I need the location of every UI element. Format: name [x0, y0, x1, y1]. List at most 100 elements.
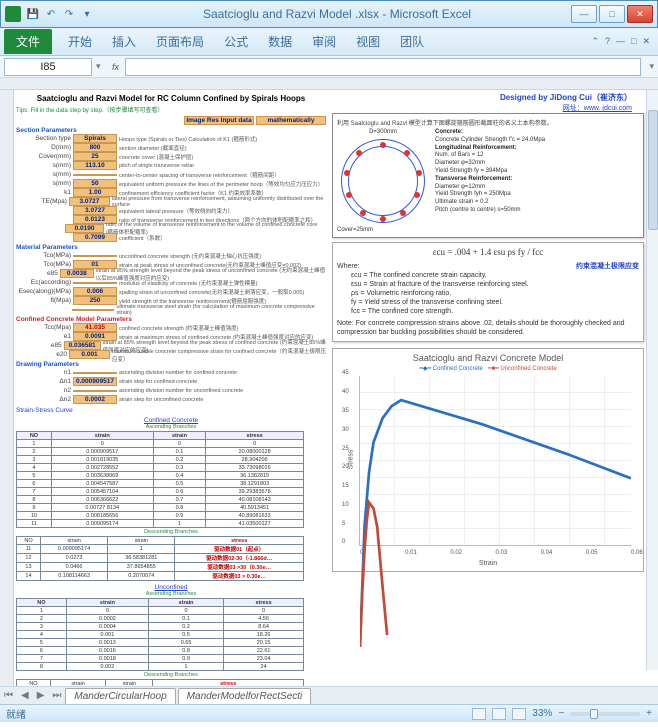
- param-cell[interactable]: [73, 255, 117, 257]
- sheet-tab-2[interactable]: ManderModelforRectSecti: [178, 688, 312, 704]
- quick-access-toolbar: 💾 ↶ ↷ ▾: [25, 6, 95, 22]
- formula-bar: ▾ fx ▾: [0, 56, 658, 78]
- tab-review[interactable]: 审阅: [302, 29, 346, 54]
- view-pagebreak-icon[interactable]: [512, 708, 526, 720]
- vertical-scrollbar[interactable]: [646, 90, 658, 670]
- param-cell[interactable]: 0.036581: [64, 341, 101, 350]
- param-cell[interactable]: 0.006: [73, 287, 117, 296]
- param-cell[interactable]: 3.0727: [73, 206, 117, 215]
- ribbon-minimize-icon[interactable]: ⌃: [591, 36, 599, 47]
- param-cell[interactable]: 250: [73, 296, 117, 305]
- tab-layout[interactable]: 页面布局: [146, 29, 214, 54]
- param-cell[interactable]: 25: [73, 152, 117, 161]
- tab-nav-prev-icon[interactable]: ◀: [17, 690, 33, 701]
- redo-icon[interactable]: ↷: [61, 6, 77, 22]
- param-cell[interactable]: 1.00: [73, 188, 117, 197]
- tab-home[interactable]: 开始: [58, 29, 102, 54]
- confined-table-title: Confined Concrete: [16, 417, 326, 424]
- confined-descending-table: NOstrainstrainstress110.0090951741驱动数据01…: [16, 536, 304, 581]
- chart-svg: [360, 376, 631, 647]
- section-circle-icon: [341, 139, 425, 223]
- param-cell[interactable]: 113.10: [73, 161, 117, 170]
- button-math[interactable]: mathematically: [256, 116, 326, 125]
- tab-team[interactable]: 团队: [390, 29, 434, 54]
- zoom-thumb[interactable]: [590, 709, 598, 719]
- document-title: Saatcioglu and Razvi Model for RC Column…: [16, 94, 326, 103]
- param-cell[interactable]: [73, 282, 117, 284]
- save-icon[interactable]: 💾: [25, 6, 41, 22]
- param-cell[interactable]: [72, 309, 115, 311]
- descending-label: Descending Branches: [16, 529, 326, 535]
- name-box[interactable]: [4, 58, 92, 76]
- section-diagram-card: 利用 Saatcioglu and Razvi 模型计算下图螺旋箍筋圆形截面柱的…: [332, 113, 644, 238]
- mdi-restore-icon[interactable]: □: [631, 36, 636, 47]
- tab-nav-last-icon[interactable]: ⏭: [48, 690, 65, 701]
- param-cell[interactable]: 800: [73, 143, 117, 152]
- param-cell[interactable]: [73, 390, 117, 392]
- scrollbar-thumb[interactable]: [648, 110, 658, 230]
- material-parameters-header: Material Parameters: [16, 244, 326, 251]
- sheet-tab-1[interactable]: ManderCircularHoop: [65, 688, 175, 704]
- ascending-label: Ascending Branches: [16, 424, 326, 430]
- tab-nav-next-icon[interactable]: ▶: [33, 690, 49, 701]
- tab-view[interactable]: 视图: [346, 29, 390, 54]
- tab-formulas[interactable]: 公式: [214, 29, 258, 54]
- tab-insert[interactable]: 插入: [102, 29, 146, 54]
- param-cell[interactable]: 0.001: [69, 350, 110, 359]
- maximize-button[interactable]: □: [599, 5, 625, 23]
- formula-input[interactable]: [125, 58, 642, 76]
- view-normal-icon[interactable]: [472, 708, 486, 720]
- unconfined-table-title: Unconfined: [16, 584, 326, 591]
- minimize-button[interactable]: —: [571, 5, 597, 23]
- param-cell[interactable]: 0.0038: [60, 269, 94, 278]
- chart-legend: ━◆━ Confined Concrete ━■━ Unconfined Con…: [337, 365, 639, 372]
- website-link[interactable]: 网址：www. jdcui.com: [332, 103, 632, 113]
- param-cell[interactable]: 0.0190: [65, 224, 103, 233]
- zoom-out-icon[interactable]: −: [558, 708, 564, 719]
- param-cell[interactable]: 3.0727: [69, 197, 110, 206]
- param-cell[interactable]: 0.000909517: [73, 377, 117, 386]
- param-cell[interactable]: [73, 372, 117, 374]
- file-tab[interactable]: 文件: [4, 29, 52, 54]
- window-title: Saatcioglu and Razvi Model .xlsx - Micro…: [103, 7, 571, 21]
- qat-dropdown-icon[interactable]: ▾: [79, 6, 95, 22]
- formula-note: Note: For concrete compression strains a…: [337, 319, 639, 337]
- column-headers[interactable]: [0, 78, 658, 90]
- tab-data[interactable]: 数据: [258, 29, 302, 54]
- fx-icon[interactable]: fx: [107, 62, 125, 72]
- row-headers[interactable]: [0, 90, 14, 686]
- button-reset[interactable]: Image Res Input data: [184, 116, 254, 125]
- namebox-dropdown-icon[interactable]: ▾: [96, 61, 101, 72]
- zoom-in-icon[interactable]: +: [646, 708, 652, 719]
- param-cell[interactable]: [73, 174, 117, 176]
- author-label: Designed by JiDong Cui（崔济东）: [332, 92, 632, 103]
- mdi-close-icon[interactable]: ✕: [642, 36, 650, 47]
- unconfined-descending-table: NOstrainstrainstress120.003824驱动数据01（起点）…: [16, 679, 304, 686]
- diagram-header: 利用 Saatcioglu and Razvi 模型计算下图螺旋箍筋圆形截面柱的…: [337, 118, 639, 127]
- formula-expand-icon[interactable]: ▾: [645, 61, 658, 72]
- param-cell[interactable]: Spirals: [73, 134, 117, 143]
- formula-card: εcu = .004 + 1.4 εsu ρs fy / fcc Where: …: [332, 242, 644, 342]
- tab-nav-first-icon[interactable]: ⏮: [0, 690, 17, 701]
- ascending-label-2: Ascending Branches: [16, 591, 326, 597]
- where-label: Where:: [337, 262, 360, 271]
- close-button[interactable]: ✕: [627, 5, 653, 23]
- undo-icon[interactable]: ↶: [43, 6, 59, 22]
- view-layout-icon[interactable]: [492, 708, 506, 720]
- confined-parameters-header: Confined Concrete Model Parameters: [16, 316, 326, 323]
- worksheet-content[interactable]: Saatcioglu and Razvi Model for RC Column…: [14, 90, 646, 686]
- param-cell[interactable]: 0.0002: [73, 395, 117, 404]
- worksheet-area: Saatcioglu and Razvi Model for RC Column…: [0, 78, 658, 686]
- status-bar: 就绪 33% − +: [0, 704, 658, 722]
- param-cell[interactable]: 0.7099: [73, 233, 117, 242]
- param-cell[interactable]: 41.035: [73, 323, 117, 332]
- excel-icon: [5, 6, 21, 22]
- zoom-slider[interactable]: [570, 712, 640, 716]
- help-icon[interactable]: ?: [605, 36, 610, 47]
- param-cell[interactable]: 50: [73, 179, 117, 188]
- section-parameters-header: Section Parameters: [16, 127, 326, 134]
- unconfined-ascending-table: NOstrainstrainstress100020.00020.14.5630…: [16, 598, 304, 671]
- sheet-tab-bar: ⏮ ◀ ▶ ⏭ ManderCircularHoop ManderModelfo…: [0, 686, 658, 704]
- descending-label-2: Descending Branches: [16, 672, 326, 678]
- mdi-minimize-icon[interactable]: —: [616, 36, 625, 47]
